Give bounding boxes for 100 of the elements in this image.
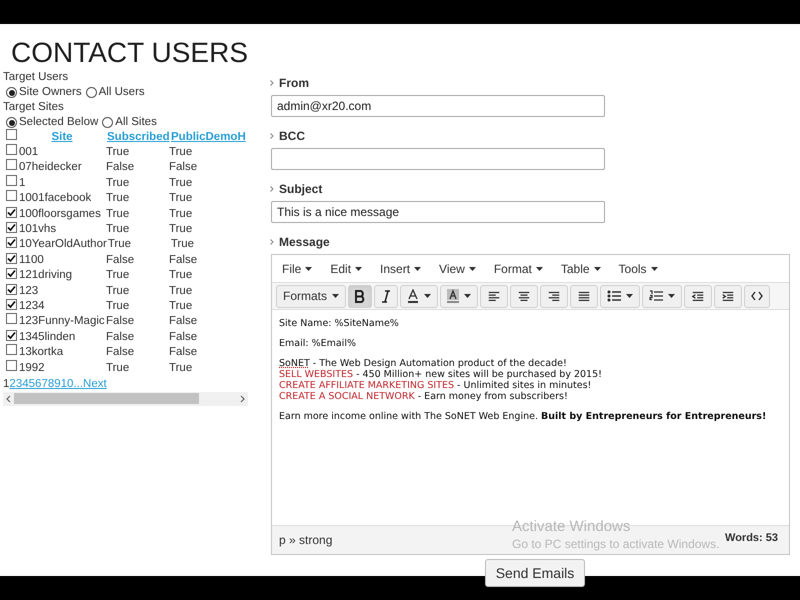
- toolbar-button[interactable]: [540, 284, 568, 308]
- checkbox[interactable]: [6, 360, 17, 371]
- input-field[interactable]: [271, 148, 605, 170]
- input-field[interactable]: This is a nice message: [271, 201, 605, 223]
- column-header-link[interactable]: Subscribed: [107, 130, 170, 143]
- table-cell-text: True: [168, 360, 194, 376]
- bullet-list-icon: [607, 289, 622, 303]
- caret-icon: [650, 266, 658, 270]
- table-cell-text: True: [168, 191, 194, 206]
- checkbox[interactable]: [6, 237, 17, 248]
- checkbox[interactable]: [6, 206, 17, 218]
- table-cell-text: 1992: [18, 360, 46, 376]
- checkbox[interactable]: [6, 284, 17, 295]
- toolbar-button[interactable]: [714, 284, 742, 308]
- field-label: From: [279, 75, 309, 92]
- table-cell-text: 07heidecker: [18, 160, 83, 176]
- menu-item[interactable]: Tools: [612, 260, 664, 278]
- field-label: Subject: [279, 181, 322, 198]
- checkbox[interactable]: [6, 313, 17, 324]
- checkbox[interactable]: [6, 159, 17, 170]
- table-cell-text: True: [168, 298, 194, 314]
- pager-link[interactable]: 5: [28, 376, 36, 392]
- checkbox[interactable]: [6, 222, 17, 234]
- pager-link[interactable]: 1: [3, 376, 10, 392]
- table-cell-text: True: [168, 145, 194, 160]
- menu-item[interactable]: Insert: [374, 260, 428, 278]
- menu-item[interactable]: Edit: [324, 260, 368, 278]
- checkbox[interactable]: [6, 330, 17, 341]
- column-header-link[interactable]: PublicDemoH: [171, 130, 246, 143]
- outdent-icon: [691, 289, 706, 303]
- radio-button[interactable]: [6, 117, 17, 128]
- group-label: Target Sites: [3, 100, 65, 115]
- column-header-link[interactable]: Site: [51, 130, 73, 143]
- pager-link[interactable]: 6: [35, 376, 42, 392]
- table-cell-text: 1234: [18, 298, 46, 314]
- code-icon: [751, 291, 764, 301]
- radio-button[interactable]: [6, 87, 17, 98]
- table-cell-text: False: [106, 330, 136, 345]
- pager-link[interactable]: Next: [83, 376, 107, 392]
- table-cell-text: False: [106, 252, 136, 268]
- table-cell-text: True: [106, 191, 130, 206]
- send-emails-button[interactable]: Send Emails: [484, 559, 586, 587]
- scroll-left-icon[interactable]: [6, 394, 11, 403]
- table-cell-text: 101vhs: [18, 222, 58, 238]
- caret-icon: [332, 294, 340, 298]
- chevron-icon: [270, 133, 274, 139]
- toolbar-button[interactable]: [400, 284, 438, 308]
- indent-icon: [721, 289, 736, 303]
- pager-link[interactable]: 10: [60, 376, 74, 392]
- table-cell-text: True: [168, 206, 194, 222]
- menu-item[interactable]: File: [276, 260, 318, 278]
- table-cell-text: True: [168, 222, 194, 238]
- table-cell-text: True: [106, 268, 130, 284]
- toolbar-button[interactable]: [744, 284, 770, 308]
- table-cell-text: False: [168, 330, 198, 345]
- menu-item[interactable]: Format: [488, 260, 549, 278]
- pager-link[interactable]: 4: [22, 376, 29, 392]
- menu-item[interactable]: Table: [554, 260, 607, 278]
- table-cell-text: 1345linden: [18, 330, 76, 345]
- scroll-right-icon[interactable]: [240, 394, 245, 403]
- radio-button[interactable]: [86, 87, 97, 98]
- pager-link[interactable]: 2: [9, 376, 16, 392]
- pager-link[interactable]: ...: [73, 376, 84, 392]
- toolbar-button[interactable]: [510, 284, 538, 308]
- checkbox[interactable]: [6, 190, 17, 202]
- checkbox[interactable]: [6, 252, 17, 264]
- toolbar-button[interactable]: [600, 284, 640, 308]
- checkbox[interactable]: [6, 128, 17, 140]
- align-right-icon: [547, 289, 562, 303]
- caret-icon: [594, 266, 601, 270]
- pager-link[interactable]: 3: [16, 376, 22, 392]
- table-cell-text: 13kortka: [18, 345, 64, 360]
- message-line: Email: %Email%: [279, 338, 357, 349]
- checkbox[interactable]: [6, 298, 17, 310]
- checkbox[interactable]: [6, 174, 17, 186]
- pager-link[interactable]: 8: [48, 376, 54, 392]
- caret-icon: [668, 294, 676, 298]
- italic-icon: [381, 290, 392, 302]
- menu-item[interactable]: View: [433, 260, 482, 278]
- radio-button[interactable]: [102, 117, 114, 128]
- table-cell-text: True: [108, 237, 132, 252]
- message-line: SELL WEBSITES - 450 Million+ new sites will be purchased by 2015!: [279, 369, 603, 380]
- horizontal-scrollbar[interactable]: [3, 392, 248, 406]
- pager-link[interactable]: 7: [41, 376, 48, 392]
- checkbox[interactable]: [6, 268, 17, 280]
- toolbar-button[interactable]: [684, 284, 712, 308]
- toolbar-button[interactable]: [570, 284, 598, 308]
- toolbar-button[interactable]: [348, 284, 372, 308]
- toolbar-button[interactable]: [374, 284, 398, 308]
- checkbox[interactable]: [6, 144, 17, 156]
- checkbox[interactable]: [6, 344, 17, 356]
- toolbar-button[interactable]: [642, 284, 682, 308]
- toolbar-button[interactable]: Formats: [276, 284, 346, 308]
- watermark-subtitle: Go to PC settings to activate Windows.: [512, 538, 720, 551]
- input-field[interactable]: admin@xr20.com: [271, 95, 605, 117]
- toolbar-button[interactable]: [480, 284, 508, 308]
- table-cell-text: 1100: [18, 252, 45, 268]
- pager-link[interactable]: 9: [54, 376, 61, 392]
- table-cell-text: 1: [18, 176, 26, 191]
- toolbar-button[interactable]: [440, 284, 478, 308]
